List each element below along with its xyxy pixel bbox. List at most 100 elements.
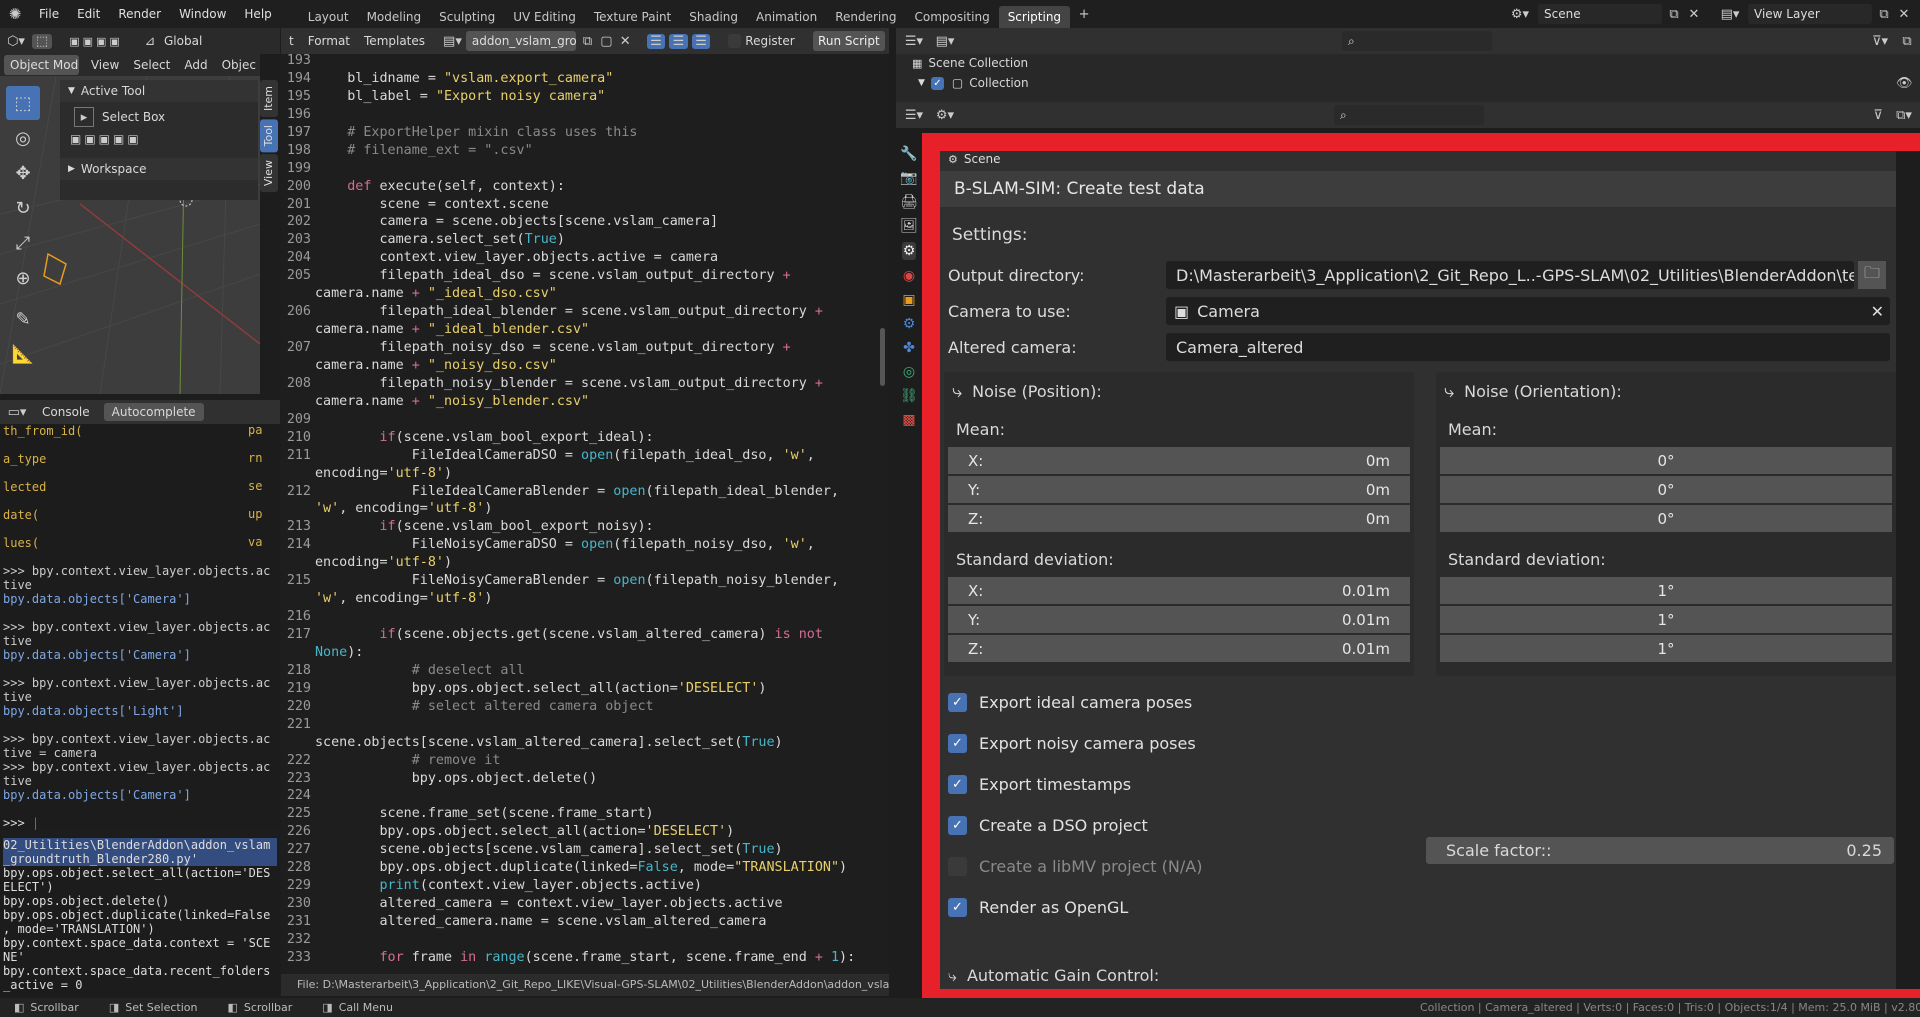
workspace-tab-animation[interactable]: Animation <box>747 6 826 28</box>
console-tab-console[interactable]: Console <box>34 403 98 421</box>
code-view[interactable]: 193 194 bl_idname = "vslam.export_camera"… <box>281 52 881 972</box>
vector-field[interactable]: 0° <box>1440 476 1892 503</box>
sidebar-tab-item[interactable]: Item <box>260 80 278 118</box>
vector-field[interactable]: X: 0m <box>948 447 1410 474</box>
altered-camera-field[interactable]: Camera_altered <box>1166 333 1890 361</box>
autocomplete-item[interactable]: rn <box>248 451 270 467</box>
checkbox-row[interactable]: ✓ Render as OpenGL <box>948 887 1896 928</box>
console-tab-autocomplete[interactable]: Autocomplete <box>103 403 204 421</box>
properties-filter-icon[interactable]: ⊽ <box>1868 108 1888 123</box>
line-numbers-toggle-icon[interactable]: ☰ <box>646 33 666 49</box>
folder-browse-icon[interactable]: 🗀 <box>1858 261 1886 289</box>
workspace-tab-layout[interactable]: Layout <box>299 6 358 28</box>
scene-tab-icon[interactable]: ⚙ <box>901 242 917 260</box>
autocomplete-item[interactable]: va <box>248 535 270 551</box>
camera-selector[interactable]: ▣ Camera ✕ <box>1166 297 1890 325</box>
vector-field[interactable]: 1° <box>1440 635 1892 662</box>
new-text-icon[interactable]: ⧉ <box>580 34 595 49</box>
checkbox[interactable]: ✓ <box>948 693 967 712</box>
properties-options-icon[interactable]: ⧉▾ <box>1892 108 1916 123</box>
autocomplete-item[interactable]: pa <box>248 423 270 439</box>
workspace-tab-rendering[interactable]: Rendering <box>826 6 905 28</box>
measure-tool-icon[interactable]: 📐 <box>6 337 40 371</box>
checkbox[interactable]: ✓ <box>948 898 967 917</box>
code-scrollbar[interactable] <box>880 328 885 386</box>
vector-field[interactable]: 0° <box>1440 505 1892 532</box>
workspace-tab-sculpting[interactable]: Sculpting <box>430 6 504 28</box>
checkbox[interactable]: ✓ <box>948 734 967 753</box>
blender-logo-icon[interactable]: ✺ <box>0 5 30 23</box>
transform-orientation-icon[interactable]: ⊿ <box>140 34 160 49</box>
checkbox[interactable]: ✓ <box>948 816 967 835</box>
workspace-header[interactable]: Workspace <box>81 162 147 176</box>
collection-checkbox[interactable]: ✓ <box>930 76 944 90</box>
workspace-tab-compositing[interactable]: Compositing <box>905 6 998 28</box>
object-mode-dropdown[interactable]: Object Mode <box>4 55 79 75</box>
viewport-menu-select[interactable]: Select <box>133 58 170 72</box>
word-wrap-toggle-icon[interactable]: ☰ <box>669 33 688 49</box>
add-workspace-icon[interactable]: + <box>1074 7 1094 22</box>
pin-icon[interactable]: ⚙▾ <box>932 108 958 123</box>
checkbox-row[interactable]: ✓ Export timestamps <box>948 764 1896 805</box>
checkbox[interactable]: ✓ <box>948 775 967 794</box>
select-box-tool-icon[interactable]: ⬚ <box>6 86 40 120</box>
workspace-tab-texture-paint[interactable]: Texture Paint <box>585 6 680 28</box>
vector-field[interactable]: 1° <box>1440 577 1892 604</box>
cursor-tool-icon[interactable]: ◎ <box>6 121 40 155</box>
object-tab-icon[interactable]: ▣ <box>902 292 915 308</box>
editor-type-icon[interactable]: ⬡▾ <box>4 34 28 49</box>
menu-edit[interactable]: Edit <box>68 0 109 28</box>
mode-buttons[interactable]: ▣▣▣▣▣ <box>60 132 258 146</box>
console-prompt[interactable]: >>> | <box>3 816 39 830</box>
vector-field[interactable]: Z: 0.01m <box>948 635 1410 662</box>
view-layer-field[interactable]: View Layer <box>1748 4 1872 24</box>
properties-editor-type-icon[interactable]: ☰▾ <box>900 108 928 123</box>
delete-scene-icon[interactable]: ✕ <box>1686 7 1702 22</box>
outliner-scene-collection[interactable]: ▦ Scene Collection <box>912 56 1028 70</box>
filter-icon[interactable]: ⊽▾ <box>1866 34 1894 49</box>
visibility-eye-icon[interactable]: 👁 <box>1896 76 1913 91</box>
run-script-button[interactable]: Run Script <box>812 31 886 51</box>
workspace-tab-shading[interactable]: Shading <box>680 6 747 28</box>
open-text-icon[interactable]: ▢ <box>599 34 614 49</box>
output-directory-field[interactable]: D:\Masterarbeit\3_Application\2_Git_Repo… <box>1166 261 1854 289</box>
display-mode-icon[interactable]: ▤▾ <box>932 34 958 49</box>
transform-tool-icon[interactable]: ⊕ <box>6 261 40 295</box>
menu-render[interactable]: Render <box>109 0 170 28</box>
orientation-dropdown[interactable]: Global <box>164 34 202 48</box>
constraints-tab-icon[interactable]: ⛓ <box>900 388 918 404</box>
agc-header[interactable]: ⤷ Automatic Gain Control: <box>948 966 1159 986</box>
new-collection-icon[interactable]: ⧉ <box>1898 34 1916 49</box>
panel-title[interactable]: B-SLAM-SIM: Create test data <box>940 171 1896 207</box>
active-tool-header[interactable]: Active Tool <box>81 84 145 98</box>
autocomplete-item[interactable]: up <box>248 507 270 523</box>
outliner-editor-type-icon[interactable]: ☰▾ <box>900 34 928 49</box>
move-tool-icon[interactable]: ✥ <box>6 156 40 190</box>
sidebar-tab-tool[interactable]: Tool <box>260 119 278 153</box>
properties-search[interactable]: ⌕ <box>1334 105 1484 125</box>
menu-window[interactable]: Window <box>170 0 235 28</box>
tool-tab-icon[interactable]: 🔧 <box>900 146 917 162</box>
vector-field[interactable]: 1° <box>1440 606 1892 633</box>
expand-arrow-icon[interactable]: ▶ <box>68 164 75 174</box>
filename-field[interactable]: addon_vslam_groun... <box>465 31 577 51</box>
register-checkbox-icon[interactable] <box>728 34 742 48</box>
vector-field[interactable]: Z: 0m <box>948 505 1410 532</box>
particles-tab-icon[interactable]: ✤ <box>903 340 915 356</box>
expand-collection-icon[interactable]: ▼ <box>918 78 925 88</box>
scene-icon[interactable]: ⚙▾ <box>1506 7 1534 22</box>
collapse-arrow-icon[interactable]: ▼ <box>68 86 75 96</box>
checkbox-row[interactable]: ✓ Export ideal camera poses <box>948 682 1896 723</box>
new-scene-icon[interactable]: ⧉ <box>1666 7 1682 22</box>
editor-menu-format[interactable]: Format <box>308 34 350 48</box>
workspace-tab-uv-editing[interactable]: UV Editing <box>504 6 585 28</box>
scale-factor-field[interactable]: Scale factor:: 0.25 <box>1426 837 1894 864</box>
vector-field[interactable]: Y: 0.01m <box>948 606 1410 633</box>
autocomplete-item[interactable]: se <box>248 479 270 495</box>
viewport-menu-objec[interactable]: Objec <box>222 58 256 72</box>
view-layer-icon[interactable]: ▤▾ <box>1716 7 1744 22</box>
outliner-collection-row[interactable]: ▼ ✓ ▢ Collection <box>918 76 1029 90</box>
annotate-tool-icon[interactable]: ✎ <box>6 302 40 336</box>
syntax-toggle-icon[interactable]: ☰ <box>691 33 711 49</box>
view-layer-tab-icon[interactable]: 🖼 <box>900 218 918 234</box>
